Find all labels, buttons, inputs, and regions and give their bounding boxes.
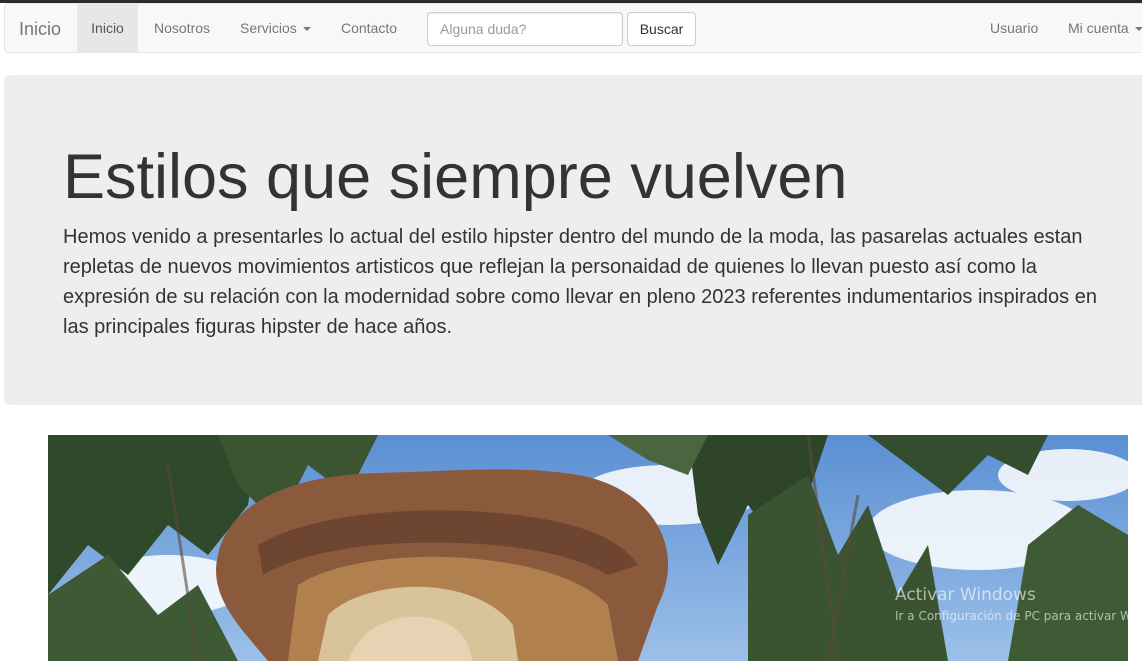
navbar-brand[interactable]: Inicio: [19, 18, 61, 40]
nav-item-servicios-label: Servicios: [240, 20, 297, 36]
nav-item-nosotros[interactable]: Nosotros: [154, 4, 210, 52]
nav-item-inicio[interactable]: Inicio: [77, 4, 138, 52]
nav-item-servicios[interactable]: Servicios: [240, 4, 311, 52]
chevron-down-icon: [1134, 27, 1142, 32]
search-input[interactable]: [427, 12, 623, 46]
nav-item-mi-cuenta-label: Mi cuenta: [1068, 20, 1129, 36]
hero-description: Hemos venido a presentarles lo actual de…: [63, 226, 1097, 338]
navbar: Inicio Inicio Nosotros Servicios Contact…: [4, 3, 1142, 53]
search-button[interactable]: Buscar: [627, 12, 696, 46]
hero-title: Estilos que siempre vuelven: [63, 142, 848, 212]
nav-item-usuario[interactable]: Usuario: [990, 4, 1038, 52]
nav-item-contacto[interactable]: Contacto: [341, 4, 397, 52]
nav-item-mi-cuenta[interactable]: Mi cuenta: [1068, 4, 1142, 52]
jumbotron: Estilos que siempre vuelven Hemos venido…: [4, 75, 1142, 405]
hero-image: [48, 435, 1128, 661]
hero-photo-illustration: [48, 435, 1128, 661]
chevron-down-icon: [302, 27, 311, 32]
